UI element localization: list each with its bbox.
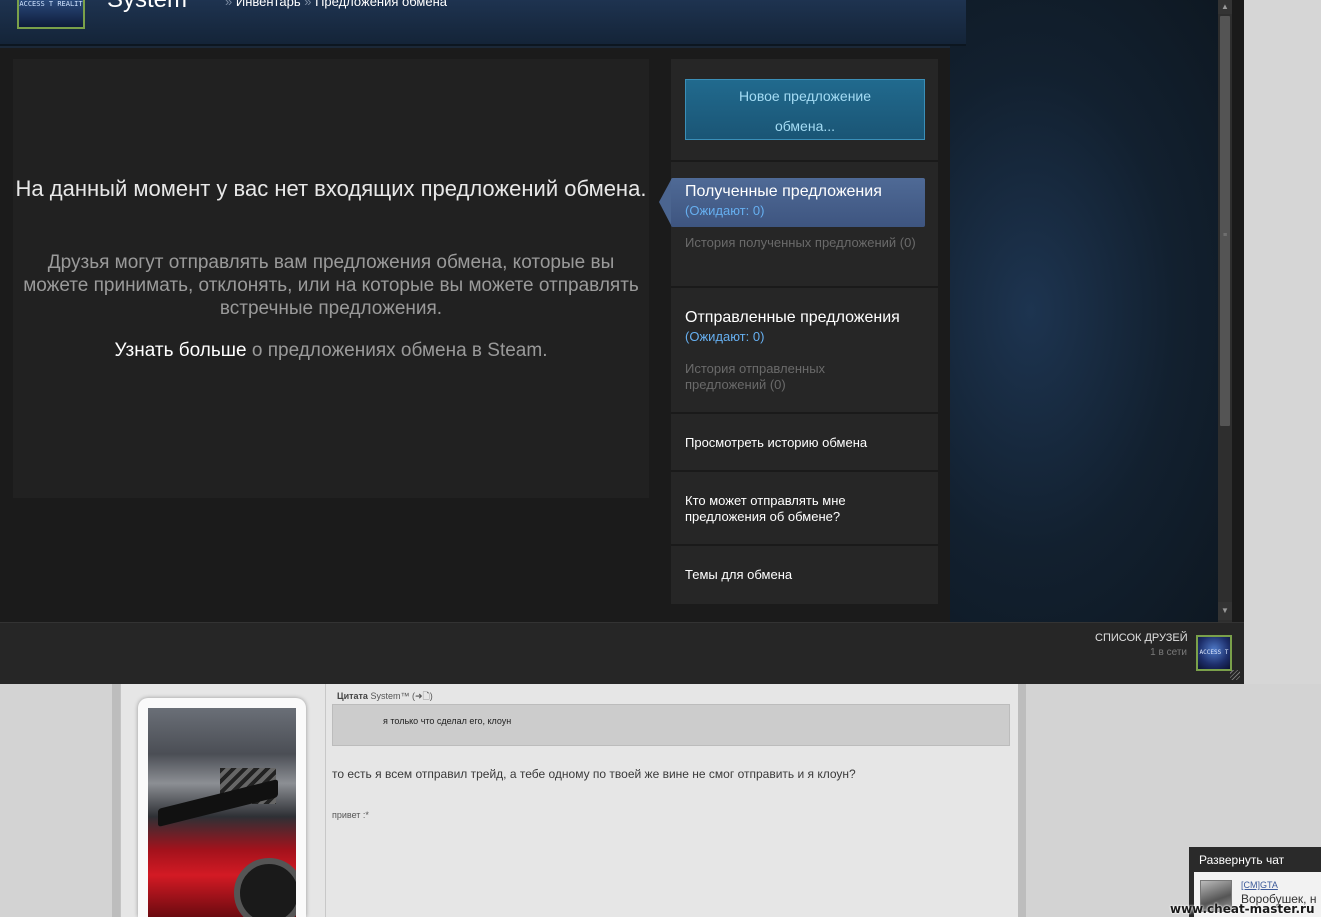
steam-window: ▲ ≡ ▼ ACCESS T REALIT System » Инвентарь… bbox=[0, 0, 1244, 684]
friends-online-count: 1 в сети bbox=[1150, 647, 1187, 658]
learn-more-text: о предложениях обмена в Steam. bbox=[246, 340, 548, 361]
scroll-up-arrow-icon[interactable]: ▲ bbox=[1218, 0, 1232, 14]
resize-grip-icon[interactable] bbox=[1230, 670, 1240, 680]
sidebar-divider bbox=[671, 470, 938, 472]
sent-offers-link[interactable]: Отправленные предложения bbox=[685, 309, 900, 327]
breadcrumb-inventory-link[interactable]: Инвентарь bbox=[236, 0, 301, 9]
empty-offers-title: На данный момент у вас нет входящих пред… bbox=[15, 176, 647, 201]
expand-chat-button[interactable]: Развернуть чат bbox=[1199, 853, 1284, 867]
quote-header: Цитата System™ (➜🗋) bbox=[337, 689, 433, 705]
watermark: www.cheat-master.ru bbox=[1170, 902, 1315, 916]
received-offers-history-link[interactable]: История полученных предложений (0) bbox=[685, 235, 925, 251]
friends-avatar-text: ACCESS T bbox=[1199, 649, 1229, 656]
new-trade-offer-label-line2: обмена... bbox=[774, 118, 836, 134]
received-offers-label[interactable]: Полученные предложения bbox=[685, 183, 882, 201]
post-signature: привет :* bbox=[332, 810, 369, 820]
new-trade-offer-button[interactable]: Новое предложение обмена... bbox=[685, 79, 925, 140]
steam-background-art bbox=[950, 0, 1218, 622]
profile-avatar[interactable]: ACCESS T REALIT bbox=[17, 0, 85, 29]
forum-left-gutter bbox=[112, 684, 120, 917]
car-wheel-shape bbox=[234, 858, 296, 917]
quote-label: Цитата bbox=[337, 691, 368, 701]
profile-header: ACCESS T REALIT System » Инвентарь » Пре… bbox=[0, 0, 966, 46]
forum-right-gutter bbox=[1018, 684, 1026, 917]
post-column-divider bbox=[325, 684, 326, 917]
new-trade-offer-label-line1: Новое предложение bbox=[738, 88, 872, 104]
post-text: то есть я всем отправил трейд, а тебе од… bbox=[332, 767, 856, 781]
trade-history-link[interactable]: Просмотреть историю обмена bbox=[685, 435, 905, 451]
quote-source-icon[interactable]: (➜🗋) bbox=[412, 691, 433, 701]
quote-text: я только что сделал его, клоун bbox=[383, 716, 512, 726]
sidebar-divider bbox=[671, 286, 938, 288]
friends-bar bbox=[0, 622, 1244, 684]
sidebar-divider bbox=[671, 544, 938, 546]
learn-more-line: Узнать больше о предложениях обмена в St… bbox=[13, 340, 649, 362]
scroll-down-arrow-icon[interactable]: ▼ bbox=[1218, 602, 1232, 620]
sidebar-divider bbox=[671, 160, 938, 162]
breadcrumb-separator: » bbox=[304, 0, 312, 9]
sent-offers-count: (Ожидают: 0) bbox=[685, 329, 765, 344]
breadcrumb-separator: » bbox=[225, 0, 233, 9]
friends-list-button[interactable]: СПИСОК ДРУЗЕЙ bbox=[1095, 632, 1188, 644]
breadcrumb: » Инвентарь » Предложения обмена bbox=[225, 0, 447, 9]
received-offers-count: (Ожидают: 0) bbox=[685, 203, 765, 218]
quote-author[interactable]: System™ bbox=[370, 691, 409, 701]
profile-avatar-text: ACCESS T REALIT bbox=[19, 0, 83, 8]
scrollbar-thumb[interactable] bbox=[1220, 16, 1230, 426]
empty-offers-description: Друзья могут отправлять вам предложения … bbox=[23, 252, 639, 319]
chat-user-link[interactable]: [CM]GTA bbox=[1241, 880, 1278, 890]
window-right-edge bbox=[1232, 0, 1244, 684]
scroll-grip-icon: ≡ bbox=[1222, 232, 1228, 239]
profile-name[interactable]: System bbox=[107, 0, 187, 14]
sent-offers-history-link[interactable]: История отправленных предложений (0) bbox=[685, 361, 885, 393]
learn-more-link[interactable]: Узнать больше bbox=[115, 340, 247, 361]
poster-avatar-image[interactable] bbox=[148, 708, 296, 917]
breadcrumb-trade-offers: Предложения обмена bbox=[315, 0, 447, 9]
trade-privacy-link[interactable]: Кто может отправлять мне предложения об … bbox=[685, 493, 905, 525]
trade-topics-link[interactable]: Темы для обмена bbox=[685, 567, 905, 583]
sidebar-divider bbox=[671, 412, 938, 414]
friends-user-avatar[interactable]: ACCESS T bbox=[1196, 635, 1232, 671]
